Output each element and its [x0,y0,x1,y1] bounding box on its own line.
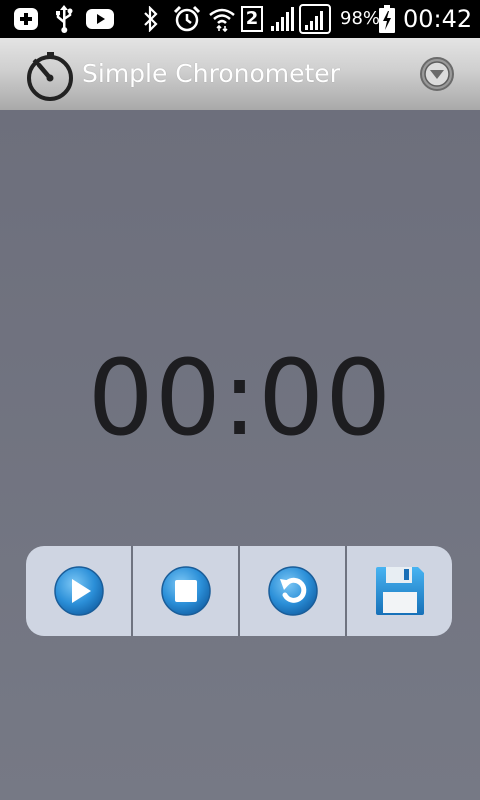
add-box-icon [12,5,40,33]
save-button[interactable] [345,546,452,636]
sim-label: 2 [241,6,263,32]
usb-icon [52,5,76,33]
youtube-icon [86,5,114,33]
action-bar: Simple Chronometer [0,38,480,110]
overflow-menu-button[interactable] [418,55,456,93]
main-content: 00:00 [0,110,480,800]
timer-display: 00:00 [87,337,393,459]
reset-icon [267,566,318,616]
alarm-icon [172,5,202,33]
app-title: Simple Chronometer [82,59,340,88]
stop-icon [160,566,211,616]
play-icon [53,566,104,616]
chevron-down-circle-icon [420,57,454,91]
controls-bar [26,546,452,636]
sim-2-icon: 2 [240,5,264,33]
stopwatch-icon [24,50,76,102]
wifi-icon [208,5,236,33]
play-button[interactable] [26,546,131,636]
stop-button[interactable] [131,546,238,636]
signal-icon [298,4,332,34]
clock: 00:42 [403,5,473,33]
battery-percent: 98% [340,8,381,29]
bluetooth-icon [140,5,162,33]
floppy-disk-icon [375,567,424,615]
status-bar: 2 98% 00:42 [0,0,480,38]
signal-icon [268,5,296,33]
battery-charging-icon [378,5,396,33]
reset-button[interactable] [238,546,345,636]
